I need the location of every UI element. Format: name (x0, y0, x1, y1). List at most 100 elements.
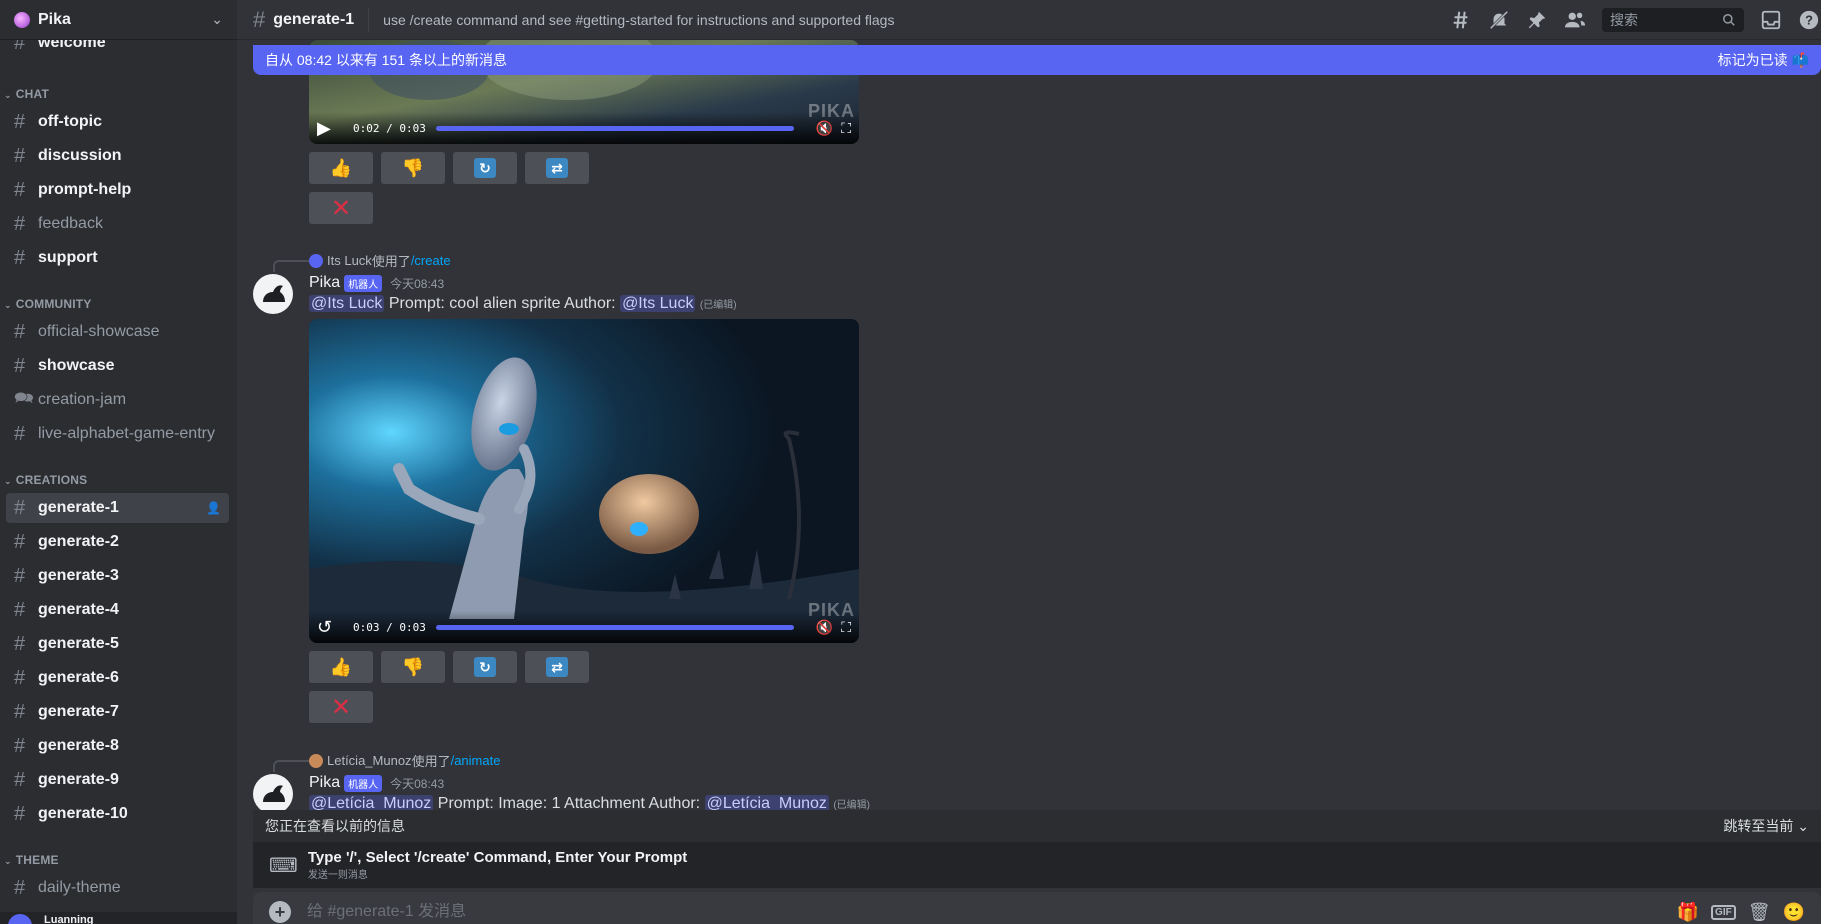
reply-reference[interactable]: Letícia_Munoz 使用了 /animate (309, 751, 500, 770)
author-mention[interactable]: @Letícia_Munoz (704, 795, 829, 810)
channel-generate-8[interactable]: # generate-8 (6, 731, 229, 761)
channel-generate-9[interactable]: # generate-9 (6, 765, 229, 795)
category-creations[interactable]: ⌄ CREATIONS (4, 473, 87, 487)
user-mention[interactable]: @Its Luck (309, 295, 385, 312)
channel-live-alphabet-game-entry[interactable]: # live-alphabet-game-entry (6, 419, 229, 449)
replay-icon[interactable]: ↺ (317, 617, 341, 638)
reroll-button[interactable]: ↻ (453, 651, 517, 683)
delete-button[interactable]: ✕ (309, 192, 373, 224)
add-member-icon[interactable]: 👤 (206, 501, 221, 515)
category-label: THEME (15, 853, 59, 867)
pika-avatar[interactable] (253, 774, 293, 810)
emoji-icon[interactable]: 🙂 (1783, 902, 1805, 923)
shuffle-button[interactable]: ⇄ (525, 152, 589, 184)
gift-icon[interactable]: 🎁 (1677, 902, 1699, 923)
channel-label: generate-10 (38, 805, 128, 822)
delete-button[interactable]: ✕ (309, 691, 373, 723)
volume-icon[interactable]: 🔇 (816, 619, 833, 636)
author-name[interactable]: Pika (309, 274, 340, 292)
channel-generate-2[interactable]: # generate-2 (6, 527, 229, 557)
inbox-icon[interactable] (1759, 8, 1783, 32)
jump-to-present-button[interactable]: 跳转至当前 ⌄ (1723, 816, 1809, 836)
gif-icon[interactable]: GIF (1711, 904, 1736, 920)
new-messages-banner[interactable]: 自从 08:42 以来有 151 条以上的新消息 标记为已读 📫 (253, 45, 1821, 75)
thumbs-up-button[interactable]: 👍 (309, 152, 373, 184)
timestamp: 今天08:43 (390, 776, 445, 791)
play-icon[interactable]: ▶ (317, 118, 341, 139)
category-chat[interactable]: ⌄ CHAT (4, 87, 49, 101)
pin-icon[interactable] (1525, 8, 1549, 32)
channel-header: # generate-1 use /create command and see… (237, 0, 1821, 40)
video-attachment[interactable]: PIKA ↺ 0:03 / 0:03 🔇 ⛶ (309, 319, 859, 643)
help-icon[interactable]: ? (1797, 8, 1821, 32)
hash-icon: # (14, 700, 26, 723)
user-avatar[interactable] (8, 914, 32, 924)
sticker-icon[interactable]: 🗑 (1748, 902, 1771, 923)
search-placeholder: 搜索 (1610, 12, 1638, 28)
video-progress-bar[interactable] (435, 125, 794, 131)
channel-generate-6[interactable]: # generate-6 (6, 663, 229, 693)
channel-generate-5[interactable]: # generate-5 (6, 629, 229, 659)
channel-daily-theme[interactable]: # daily-theme (6, 873, 229, 903)
user-mention[interactable]: @Letícia_Munoz (309, 795, 434, 810)
user-name: Luanning (44, 914, 94, 924)
author-mention[interactable]: @Its Luck (620, 295, 696, 312)
channel-support[interactable]: # support (6, 243, 229, 273)
mark-as-read-button[interactable]: 标记为已读 📫 (1718, 50, 1809, 70)
older-messages-text: 您正在查看以前的信息 (265, 818, 405, 834)
channel-creation-jam[interactable]: 🗪 creation-jam (6, 385, 229, 415)
message-input[interactable] (307, 903, 1665, 921)
mark-as-read-label: 标记为已读 (1717, 52, 1788, 68)
add-attachment-icon[interactable]: + (269, 901, 291, 923)
reply-command[interactable]: /animate (451, 753, 501, 768)
channel-discussion[interactable]: # discussion (6, 141, 229, 171)
hash-icon: # (14, 632, 26, 655)
shuffle-button[interactable]: ⇄ (525, 651, 589, 683)
author-name[interactable]: Pika (309, 774, 340, 792)
channel-label: generate-9 (38, 771, 119, 788)
rabbit-logo-icon (263, 785, 285, 802)
member-list-icon[interactable] (1563, 8, 1587, 32)
thumbs-up-button[interactable]: 👍 (309, 651, 373, 683)
user-panel[interactable]: Luanning (0, 912, 237, 924)
category-community[interactable]: ⌄ COMMUNITY (4, 297, 92, 311)
threads-icon[interactable] (1449, 8, 1473, 32)
hint-title: Type '/', Select '/create' Command, Ente… (307, 849, 688, 866)
channel-generate-10[interactable]: # generate-10 (6, 799, 229, 829)
fullscreen-icon[interactable]: ⛶ (841, 120, 851, 137)
mute-bell-icon[interactable] (1487, 8, 1511, 32)
thumbs-down-button[interactable]: 👎 (381, 152, 445, 184)
channel-prompt-help[interactable]: # prompt-help (6, 175, 229, 205)
prompt-text: Prompt: cool alien sprite Author: (388, 295, 616, 312)
search-input[interactable]: 搜索 (1602, 8, 1744, 32)
channel-off-topic[interactable]: # off-topic (6, 107, 229, 137)
channel-topic[interactable]: use /create command and see #getting-sta… (383, 12, 894, 28)
reply-command[interactable]: /create (411, 253, 451, 268)
pika-avatar[interactable] (253, 274, 293, 314)
channel-official-showcase[interactable]: # official-showcase (6, 317, 229, 347)
message-list[interactable]: PIKA ▶ 0:02 / 0:03 🔇 ⛶ 👍 👎 ↻ ⇄ ✕ Its Luc… (237, 40, 1821, 810)
fullscreen-icon[interactable]: ⛶ (841, 619, 851, 636)
video-progress-bar[interactable] (435, 624, 794, 630)
chevron-down-icon: ⌄ (1797, 818, 1809, 834)
channel-generate-3[interactable]: # generate-3 (6, 561, 229, 591)
refresh-icon: ↻ (474, 657, 496, 677)
discord-app: Pika ⌄ # welcome ⌄ CHAT # off-topic # discu… (0, 0, 1821, 924)
message-header: Pika 机器人 今天08:43 (309, 274, 444, 292)
channel-generate-4[interactable]: # generate-4 (6, 595, 229, 625)
channel-generate-1[interactable]: # generate-1 👤 (6, 493, 229, 523)
reply-reference[interactable]: Its Luck 使用了 /create (309, 251, 451, 270)
channel-label: generate-4 (38, 601, 119, 618)
video-time: 0:03 / 0:03 (353, 620, 426, 634)
server-header[interactable]: Pika ⌄ (0, 0, 237, 40)
channel-generate-7[interactable]: # generate-7 (6, 697, 229, 727)
category-theme[interactable]: ⌄ THEME (4, 853, 59, 867)
volume-icon[interactable]: 🔇 (816, 120, 833, 137)
channel-label: generate-6 (38, 669, 119, 686)
server-logo-icon (14, 11, 30, 28)
reply-action: 使用了 (411, 754, 451, 769)
reroll-button[interactable]: ↻ (453, 152, 517, 184)
channel-feedback[interactable]: # feedback (6, 209, 229, 239)
channel-showcase[interactable]: # showcase (6, 351, 229, 381)
thumbs-down-button[interactable]: 👎 (381, 651, 445, 683)
